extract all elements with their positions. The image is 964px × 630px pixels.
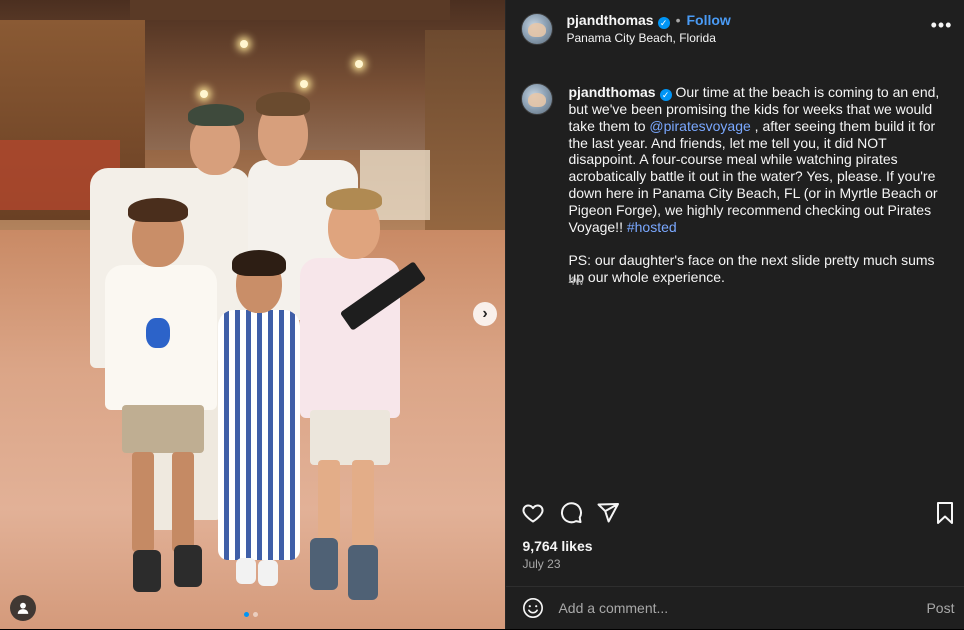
like-heart-icon[interactable] (521, 501, 545, 525)
carousel-indicator (244, 612, 258, 617)
caption-text: PS: our daughter's face on the next slid… (568, 252, 935, 285)
caption-text: , after seeing them build it for the las… (568, 117, 942, 235)
tagged-people-button[interactable] (10, 595, 36, 621)
ceiling-light (300, 80, 308, 88)
carousel-dot-active (244, 612, 249, 617)
post-photo[interactable]: › (0, 0, 506, 629)
caption-mention-link[interactable]: @piratesvoyage (649, 118, 750, 134)
post-actions-bar (506, 497, 964, 527)
photo-right-wall (425, 30, 506, 260)
verified-badge-icon: ✓ (657, 17, 670, 29)
caption-author-avatar[interactable] (521, 83, 554, 115)
save-bookmark-icon[interactable] (934, 501, 956, 525)
comment-bar: Post (506, 586, 964, 630)
caption-username[interactable]: pjandthomas (568, 84, 655, 100)
post-header: pjandthomas ✓ • Follow Panama City Beach, F… (506, 0, 964, 58)
header-separator: • (675, 12, 681, 28)
verified-badge-icon: ✓ (659, 89, 672, 101)
user-icon (17, 602, 29, 614)
ceiling-light (200, 90, 208, 98)
author-username[interactable]: pjandthomas (566, 12, 653, 28)
post-location[interactable]: Panama City Beach, Florida (566, 31, 715, 45)
ceiling-light (240, 40, 248, 48)
comment-input[interactable] (558, 597, 899, 619)
carousel-dot (253, 612, 258, 617)
instagram-post-view: › pjandthomas ✓ • Follow Panama City Beach,… (0, 0, 964, 629)
author-avatar[interactable] (521, 13, 554, 45)
caption-time-ago[interactable]: 4w (568, 274, 583, 288)
post-info-panel: pjandthomas ✓ • Follow Panama City Beach, F… (505, 0, 964, 629)
caption-hashtag-link[interactable]: #hosted (627, 219, 677, 235)
likes-count[interactable]: 9,764 likes (522, 538, 592, 554)
more-options-icon[interactable]: ••• (931, 16, 953, 34)
next-slide-button[interactable]: › (473, 302, 497, 326)
post-caption: pjandthomas ✓ Our time at the beach is co… (568, 84, 950, 286)
ceiling-light (355, 60, 363, 68)
header-author-line: pjandthomas ✓ • Follow (566, 12, 731, 29)
photo-beam (130, 0, 450, 20)
share-send-icon[interactable] (596, 501, 620, 525)
comment-bubble-icon[interactable] (559, 501, 583, 525)
follow-button[interactable]: Follow (687, 12, 731, 28)
emoji-smiley-icon[interactable] (522, 597, 544, 619)
post-date[interactable]: July 23 (522, 557, 560, 571)
post-comment-button[interactable]: Post (926, 600, 954, 616)
chevron-right-icon: › (482, 305, 488, 322)
